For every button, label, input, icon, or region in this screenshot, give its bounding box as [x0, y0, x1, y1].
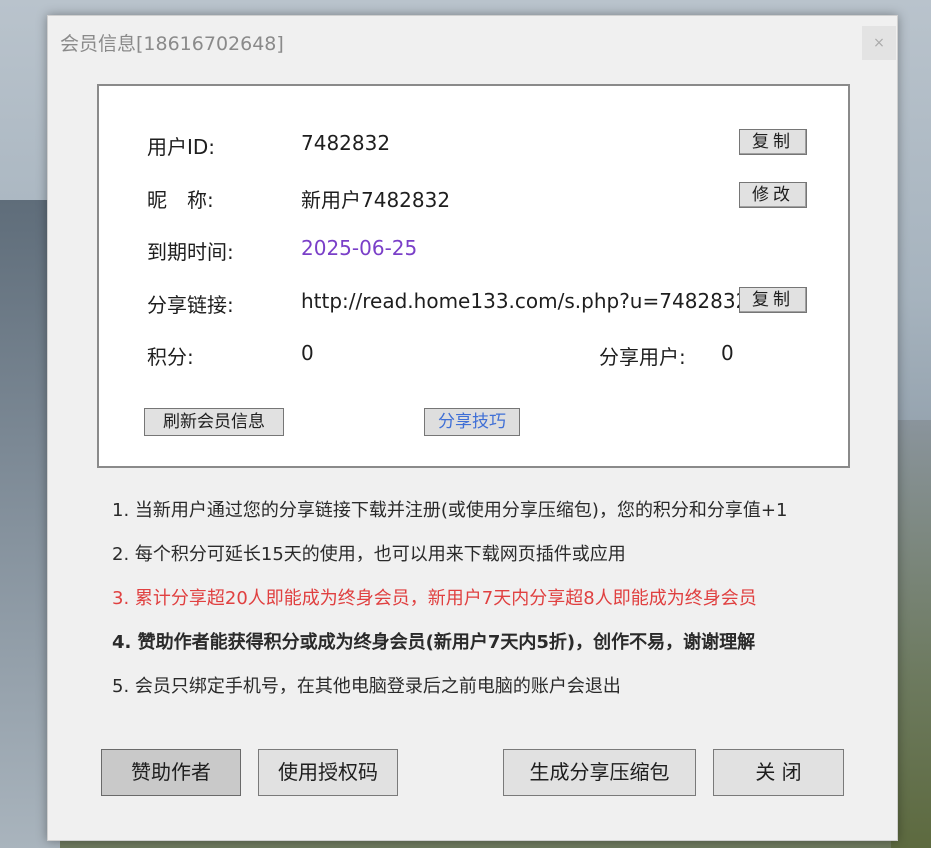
title-bar: 会员信息[18616702648] ×	[48, 16, 897, 66]
nickname-label: 昵 称:	[147, 188, 214, 212]
edit-nickname-button[interactable]: 修改	[739, 182, 807, 208]
share-users-value: 0	[721, 341, 734, 365]
points-value: 0	[301, 341, 314, 365]
close-icon: ×	[873, 35, 885, 51]
window-title: 会员信息[18616702648]	[60, 33, 284, 55]
expire-value: 2025-06-25	[301, 236, 418, 260]
share-users-label: 分享用户:	[599, 345, 686, 369]
note-3: 3. 累计分享超20人即能成为终身会员，新用户7天内分享超8人即能成为终身会员	[112, 588, 757, 609]
nickname-value: 新用户7482832	[301, 188, 451, 212]
share-tips-button[interactable]: 分享技巧	[424, 408, 520, 436]
close-window-button[interactable]: ×	[862, 26, 896, 60]
share-link-label: 分享链接:	[147, 293, 234, 317]
expire-label: 到期时间:	[147, 240, 234, 264]
copy-share-link-button[interactable]: 复制	[739, 287, 807, 313]
sponsor-author-button[interactable]: 赞助作者	[101, 749, 241, 796]
note-4: 4. 赞助作者能获得积分或成为终身会员(新用户7天内5折)，创作不易，谢谢理解	[112, 632, 756, 653]
refresh-member-info-button[interactable]: 刷新会员信息	[144, 408, 284, 436]
user-id-value: 7482832	[301, 131, 391, 155]
use-auth-code-button[interactable]: 使用授权码	[258, 749, 398, 796]
member-info-dialog: 会员信息[18616702648] × 用户ID: 7482832 复制 昵 称…	[47, 15, 898, 841]
note-2: 2. 每个积分可延长15天的使用，也可以用来下载网页插件或应用	[112, 544, 626, 565]
points-label: 积分:	[147, 345, 194, 369]
generate-share-package-button[interactable]: 生成分享压缩包	[503, 749, 696, 796]
note-5: 5. 会员只绑定手机号，在其他电脑登录后之前电脑的账户会退出	[112, 676, 621, 697]
member-info-panel: 用户ID: 7482832 复制 昵 称: 新用户7482832 修改 到期时间…	[97, 84, 850, 468]
close-button[interactable]: 关 闭	[713, 749, 844, 796]
share-link-value: http://read.home133.com/s.php?u=7482832	[301, 289, 741, 313]
note-1: 1. 当新用户通过您的分享链接下载并注册(或使用分享压缩包)，您的积分和分享值+…	[112, 500, 788, 521]
copy-user-id-button[interactable]: 复制	[739, 129, 807, 155]
user-id-label: 用户ID:	[147, 135, 216, 159]
